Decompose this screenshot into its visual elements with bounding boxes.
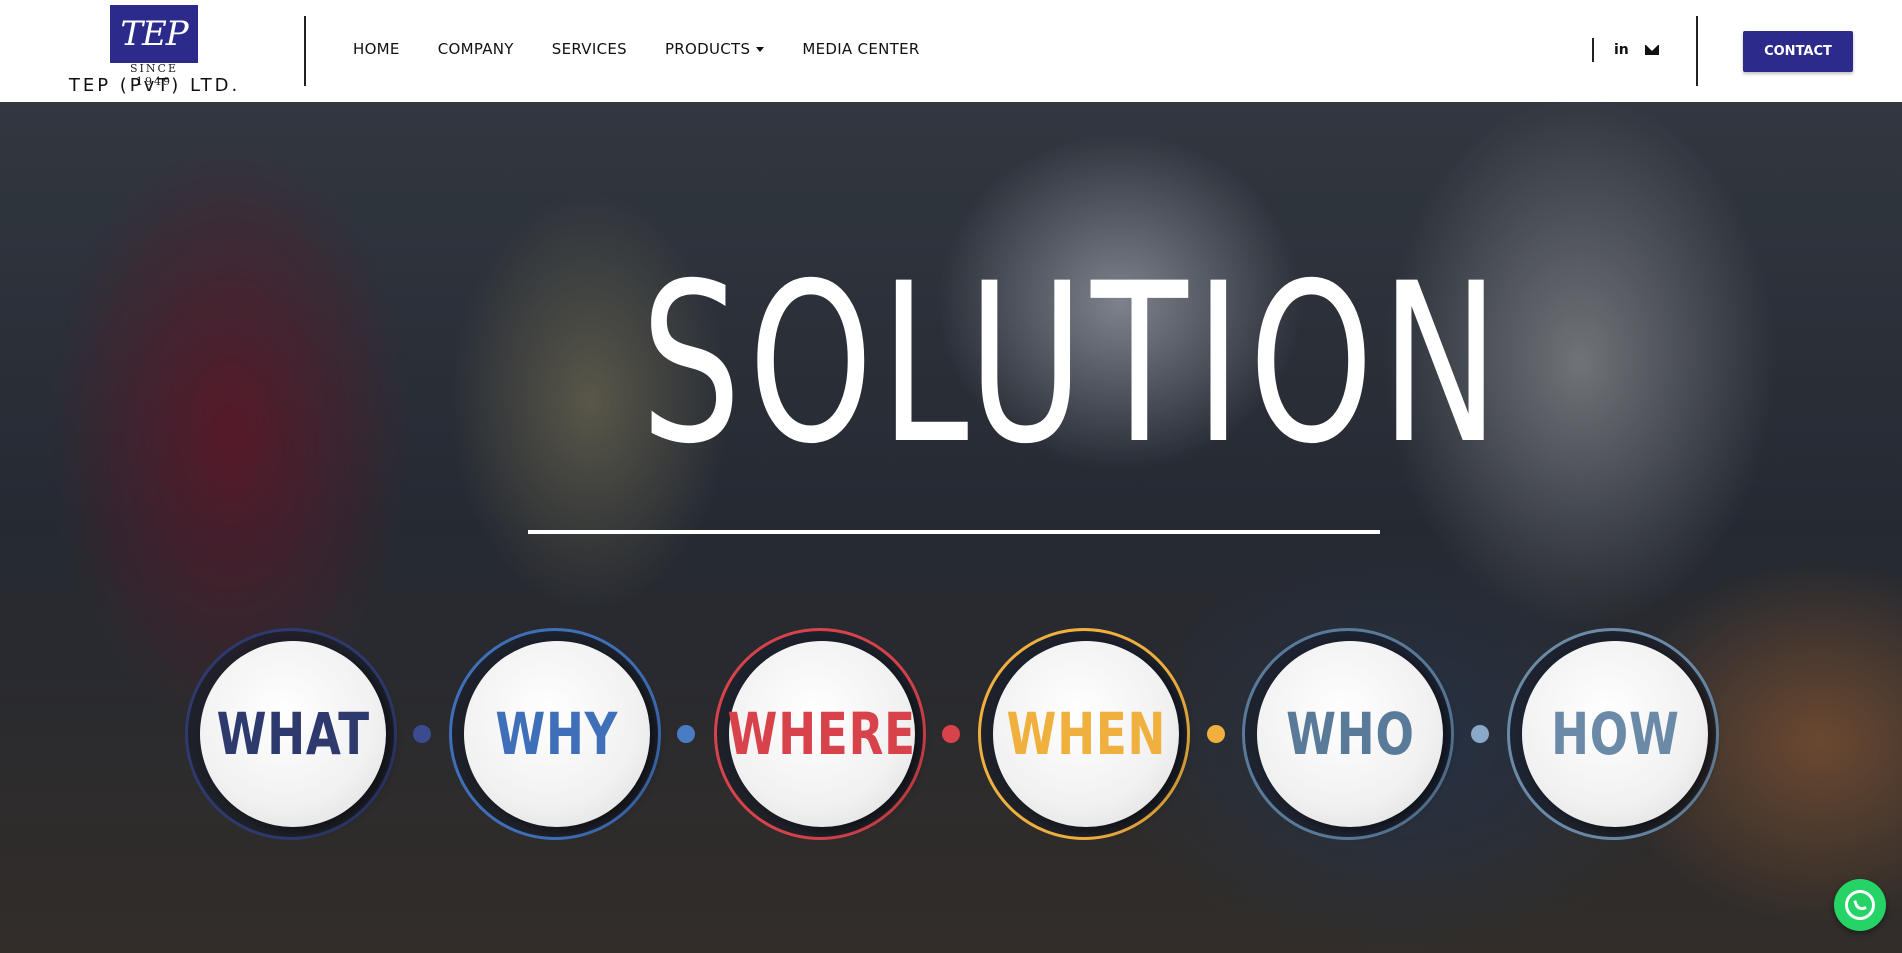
logo-company-name: TEP (PvT) LTD.	[68, 75, 241, 96]
circle-why-label: WHY	[495, 700, 619, 768]
circle-when-disc: WHEN	[993, 641, 1179, 827]
circle-where-disc: WHERE	[727, 641, 917, 827]
circle-what: WHAT	[185, 628, 397, 840]
connector-dot	[942, 725, 960, 743]
social-links: in	[1592, 38, 1659, 62]
connector-dot	[413, 725, 431, 743]
site-header: TEP SINCE 1949 TEP (PvT) LTD. HOME COMPA…	[0, 0, 1902, 102]
social-divider	[1592, 38, 1594, 62]
circle-what-label: WHAT	[216, 700, 370, 768]
mail-icon[interactable]	[1644, 45, 1659, 55]
nav-home[interactable]: HOME	[353, 40, 400, 58]
circle-how: HOW	[1507, 628, 1719, 840]
nav-media-center[interactable]: MEDIA CENTER	[802, 40, 919, 58]
connector-dot	[1207, 725, 1225, 743]
whatsapp-icon	[1845, 890, 1875, 920]
circle-where-label: WHERE	[727, 700, 917, 768]
circle-why-disc: WHY	[464, 641, 650, 827]
circle-when-label: WHEN	[1006, 700, 1166, 768]
whatsapp-button[interactable]	[1834, 879, 1886, 931]
question-circles: WHAT WHY WHERE WHEN WHO HOW	[0, 102, 1902, 953]
nav-media-center-label: MEDIA CENTER	[802, 40, 920, 58]
linkedin-icon[interactable]: in	[1614, 42, 1629, 58]
circle-who: WHO	[1242, 628, 1454, 840]
circle-how-disc: HOW	[1522, 641, 1708, 827]
nav-home-label: HOME	[353, 40, 400, 58]
connector-dot	[677, 725, 695, 743]
logo-mark: TEP	[110, 5, 198, 63]
nav-products-label: PRODUCTS	[664, 40, 751, 58]
header-divider	[304, 16, 306, 86]
hero-banner: SOLUTION WHAT WHY WHERE WHEN WHO HOW	[0, 102, 1902, 953]
nav-services-label: SERVICES	[551, 40, 627, 58]
company-logo[interactable]: TEP SINCE 1949 TEP (PvT) LTD.	[52, 5, 257, 97]
caret-down-icon	[756, 46, 765, 52]
circle-how-label: HOW	[1550, 700, 1680, 768]
circle-who-label: WHO	[1285, 700, 1415, 768]
nav-company-label: COMPANY	[437, 40, 514, 58]
nav-company[interactable]: COMPANY	[438, 40, 514, 58]
circle-who-disc: WHO	[1257, 641, 1443, 827]
main-nav: HOME COMPANY SERVICES PRODUCTS MEDIA CEN…	[353, 40, 920, 58]
header-divider-right	[1696, 16, 1698, 86]
circle-when: WHEN	[978, 628, 1190, 840]
contact-button[interactable]: CONTACT	[1743, 31, 1853, 72]
circle-why: WHY	[449, 628, 661, 840]
nav-services[interactable]: SERVICES	[552, 40, 627, 58]
circle-what-disc: WHAT	[200, 641, 386, 827]
nav-products[interactable]: PRODUCTS	[664, 40, 765, 58]
circle-where: WHERE	[714, 628, 926, 840]
connector-dot	[1471, 725, 1489, 743]
phone-icon	[1853, 897, 1867, 913]
logo-mark-text: TEP	[120, 14, 188, 54]
